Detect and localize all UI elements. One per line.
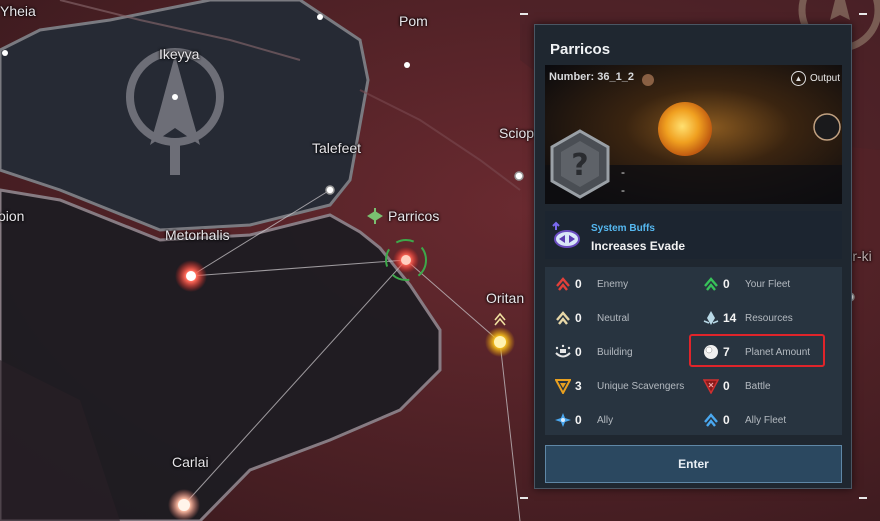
frame-corner-marker	[520, 497, 528, 499]
enter-button[interactable]: Enter	[545, 445, 842, 483]
scavenger-icon	[554, 377, 572, 395]
system-label-oion[interactable]: oion	[0, 208, 24, 224]
stat-building: 0 Building	[554, 340, 633, 364]
system-label-talefeet[interactable]: Talefeet	[312, 140, 361, 156]
system-label-yheia[interactable]: Yheia	[0, 3, 36, 19]
system-label-carlai[interactable]: Carlai	[172, 454, 209, 470]
output-icon: ▲	[790, 71, 806, 86]
unknown-owner-line1: -	[621, 165, 625, 179]
stat-resources: 14 Resources	[702, 306, 793, 330]
system-label-ikeyya[interactable]: Ikeyya	[159, 46, 199, 62]
ally-icon	[554, 411, 572, 429]
fleet-chevron-icon	[702, 275, 720, 293]
ally-fleet-icon	[702, 411, 720, 429]
sun-image	[658, 102, 712, 156]
unknown-owner-badge-icon: ?	[549, 129, 611, 204]
output-label: Output	[809, 73, 840, 84]
evade-buff-icon	[551, 221, 581, 256]
buff-value: Increases Evade	[591, 239, 686, 253]
planet-image	[813, 113, 841, 141]
stat-ally: 0 Ally	[554, 408, 613, 432]
buff-title: System Buffs	[591, 223, 655, 234]
system-info-panel: Parricos Number: 36_1_2 ▲ Output ? - - S…	[534, 24, 852, 489]
stat-battle: 0 Battle	[702, 374, 771, 398]
frame-corner-marker	[520, 13, 528, 15]
stat-neutral: 0 Neutral	[554, 306, 629, 330]
stat-your-fleet: 0 Your Fleet	[702, 272, 790, 296]
panel-title: Parricos	[550, 41, 611, 58]
output-button[interactable]: ▲ Output	[790, 71, 840, 86]
stat-enemy: 0 Enemy	[554, 272, 628, 296]
frame-corner-marker	[859, 13, 867, 15]
planet-amount-highlight	[689, 334, 825, 367]
stat-unique-scavengers: 3 Unique Scavengers	[554, 374, 684, 398]
battle-icon	[702, 377, 720, 395]
resources-icon	[702, 309, 720, 327]
stat-ally-fleet: 0 Ally Fleet	[702, 408, 786, 432]
enemy-chevron-icon	[554, 275, 572, 293]
system-number: Number: 36_1_2	[549, 71, 634, 83]
system-label-parricos[interactable]: Parricos	[388, 208, 439, 224]
neutral-chevron-icon	[554, 309, 572, 327]
frame-corner-marker	[859, 497, 867, 499]
system-label-metorhalis[interactable]: Metorhalis	[165, 227, 230, 243]
svg-text:?: ?	[571, 148, 588, 183]
unknown-owner-line2: -	[621, 183, 625, 197]
system-label-oritan[interactable]: Oritan	[486, 290, 524, 306]
building-icon	[554, 343, 572, 361]
system-buffs: System Buffs Increases Evade	[545, 211, 842, 259]
system-preview: Number: 36_1_2 ▲ Output ? - -	[545, 65, 842, 204]
system-label-pom[interactable]: Pom	[399, 13, 428, 29]
